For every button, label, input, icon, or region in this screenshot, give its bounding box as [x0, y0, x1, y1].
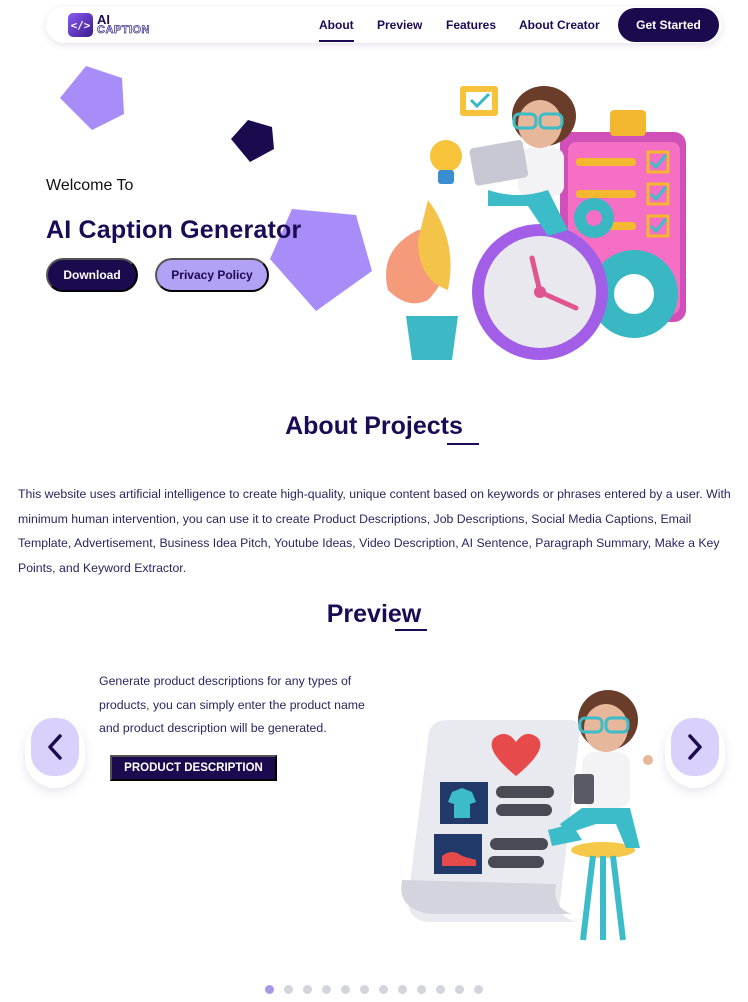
code-icon: </>: [68, 13, 93, 37]
nav-link-preview[interactable]: Preview: [377, 18, 422, 32]
carousel-dot[interactable]: [455, 985, 464, 994]
developer-illustration-icon: [386, 86, 686, 360]
carousel-dot[interactable]: [436, 985, 445, 994]
carousel-dot[interactable]: [398, 985, 407, 994]
brand-logo[interactable]: </> AI CAPTION: [68, 11, 150, 39]
preview-title-underline: [395, 629, 427, 631]
nav-link-features[interactable]: Features: [446, 18, 496, 32]
carousel-dot[interactable]: [341, 985, 350, 994]
download-button[interactable]: Download: [46, 258, 138, 292]
carousel-dot[interactable]: [360, 985, 369, 994]
nav-link-about-creator[interactable]: About Creator: [519, 18, 600, 32]
chevron-right-icon: [688, 734, 702, 760]
preview-section-title: Preview: [326, 600, 422, 628]
pentagon-light-decoration: [60, 66, 124, 130]
carousel-pagination: [265, 985, 483, 994]
carousel-dot[interactable]: [265, 985, 274, 994]
privacy-policy-button[interactable]: Privacy Policy: [155, 258, 269, 292]
about-description: This website uses artificial intelligenc…: [18, 487, 731, 575]
carousel-dot[interactable]: [379, 985, 388, 994]
carousel-dot[interactable]: [474, 985, 483, 994]
carousel-dot[interactable]: [303, 985, 312, 994]
about-section-title: About Projects: [285, 412, 463, 440]
top-navbar: </> AI CAPTION About Preview Features Ab…: [46, 7, 722, 43]
carousel-dot[interactable]: [322, 985, 331, 994]
carousel-next-button[interactable]: [665, 718, 725, 788]
carousel-dot[interactable]: [417, 985, 426, 994]
hero-welcome-text: Welcome To: [46, 177, 134, 194]
get-started-button[interactable]: Get Started: [618, 8, 719, 42]
logo-line-caption: CAPTION: [97, 24, 150, 36]
carousel-dot[interactable]: [284, 985, 293, 994]
chevron-left-icon: [48, 734, 62, 760]
pentagon-dark-decoration: [231, 120, 274, 162]
product-list-illustration-icon: [401, 690, 653, 941]
hero-title: AI Caption Generator: [46, 216, 302, 244]
product-description-button[interactable]: PRODUCT DESCRIPTION: [110, 755, 277, 781]
carousel-prev-button[interactable]: [25, 718, 85, 788]
nav-link-about[interactable]: About: [319, 18, 354, 42]
slide-description: Generate product descriptions for any ty…: [99, 674, 365, 735]
about-title-underline: [447, 443, 479, 445]
